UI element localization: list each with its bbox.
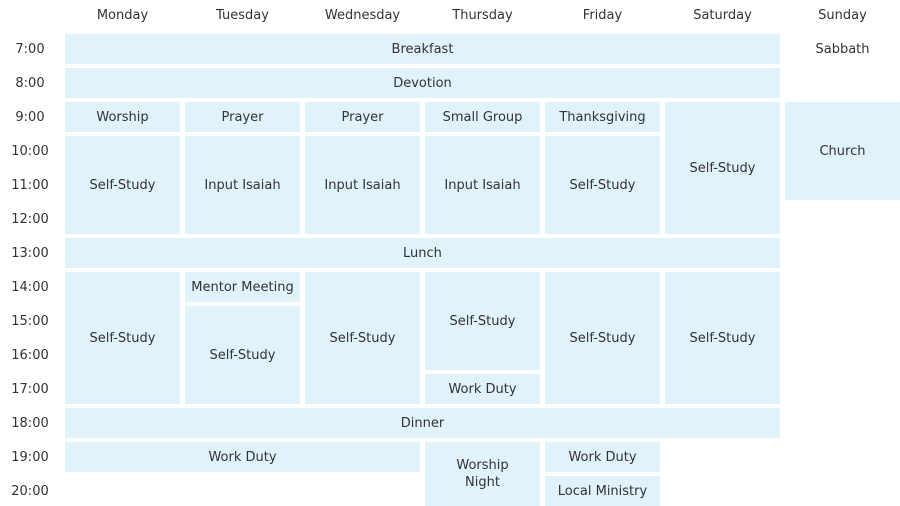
time-label: 11:00	[11, 177, 49, 193]
event-block[interactable]: Worship Night	[425, 442, 540, 506]
event-block[interactable]: Prayer	[305, 102, 420, 132]
time-label: 8:00	[15, 75, 45, 91]
time-label: 9:00	[15, 109, 45, 125]
event-block[interactable]: Lunch	[65, 238, 780, 268]
event-block[interactable]: Self-Study	[65, 272, 180, 404]
time-label: 15:00	[11, 313, 49, 329]
time-label: 17:00	[11, 381, 49, 397]
time-label: 10:00	[11, 143, 49, 159]
event-block[interactable]: Mentor Meeting	[185, 272, 300, 302]
time-label: 20:00	[11, 483, 49, 499]
event-block[interactable]: Work Duty	[65, 442, 420, 472]
time-label: 19:00	[11, 449, 49, 465]
day-header-thursday: Thursday	[452, 7, 513, 23]
event-block[interactable]: Self-Study	[185, 306, 300, 404]
event-block[interactable]: Self-Study	[545, 272, 660, 404]
event-block[interactable]: Input Isaiah	[305, 136, 420, 234]
event-block[interactable]: Self-Study	[305, 272, 420, 404]
day-header-friday: Friday	[582, 7, 623, 23]
event-block[interactable]: Self-Study	[545, 136, 660, 234]
time-label: 13:00	[11, 245, 49, 261]
event-block[interactable]: Work Duty	[545, 442, 660, 472]
event-block[interactable]: Input Isaiah	[185, 136, 300, 234]
event-label-sabbath: Sabbath	[815, 41, 870, 57]
event-block[interactable]: Self-Study	[65, 136, 180, 234]
event-block[interactable]: Breakfast	[65, 34, 780, 64]
time-label: 18:00	[11, 415, 49, 431]
day-header-tuesday: Tuesday	[216, 7, 269, 23]
time-label: 16:00	[11, 347, 49, 363]
event-block[interactable]: Church	[785, 102, 900, 200]
event-block[interactable]: Prayer	[185, 102, 300, 132]
day-header-monday: Monday	[96, 7, 149, 23]
time-label: 7:00	[15, 41, 45, 57]
event-block[interactable]: Self-Study	[665, 102, 780, 234]
time-label: 14:00	[11, 279, 49, 295]
event-block[interactable]: Worship	[65, 102, 180, 132]
event-block[interactable]: Self-Study	[665, 272, 780, 404]
time-label: 12:00	[11, 211, 49, 227]
day-header-sunday: Sunday	[818, 7, 867, 23]
event-block[interactable]: Self-Study	[425, 272, 540, 370]
event-block[interactable]: Dinner	[65, 408, 780, 438]
event-block[interactable]: Local Ministry	[545, 476, 660, 506]
event-block[interactable]: Small Group	[425, 102, 540, 132]
day-header-wednesday: Wednesday	[324, 7, 401, 23]
event-block[interactable]: Devotion	[65, 68, 780, 98]
event-block[interactable]: Thanksgiving	[545, 102, 660, 132]
day-header-saturday: Saturday	[693, 7, 752, 23]
event-block[interactable]: Input Isaiah	[425, 136, 540, 234]
event-block[interactable]: Work Duty	[425, 374, 540, 404]
